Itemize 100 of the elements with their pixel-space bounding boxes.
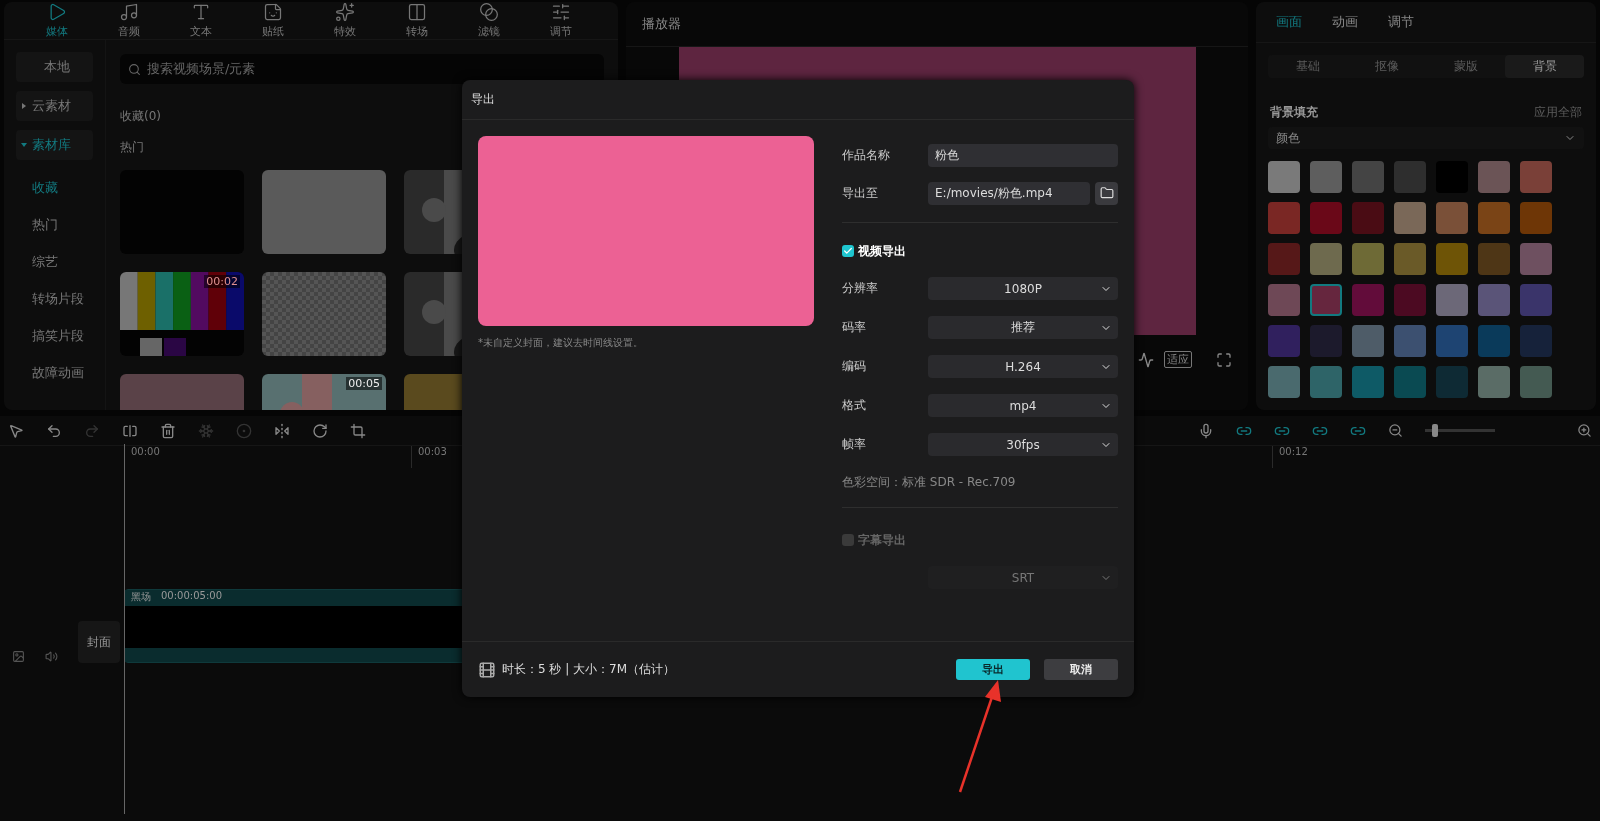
color-swatch[interactable] xyxy=(1394,243,1426,275)
sidebar-item[interactable]: 收藏 xyxy=(16,169,93,206)
color-swatch[interactable] xyxy=(1352,243,1384,275)
color-swatch[interactable] xyxy=(1478,366,1510,398)
split-icon[interactable] xyxy=(122,422,138,439)
ratio-button[interactable]: 适应 xyxy=(1164,351,1192,368)
fullscreen-icon[interactable] xyxy=(1216,351,1232,368)
zoom-in-icon[interactable] xyxy=(1577,423,1592,438)
setting-select[interactable]: 1080P xyxy=(928,277,1118,300)
image-icon[interactable] xyxy=(12,650,25,663)
sidebar-item[interactable]: 搞笑片段 xyxy=(16,317,93,354)
name-field[interactable]: 粉色 xyxy=(928,143,1118,167)
color-swatch[interactable] xyxy=(1478,202,1510,234)
color-swatch[interactable] xyxy=(1478,325,1510,357)
color-swatch[interactable] xyxy=(1436,202,1468,234)
rotate-icon[interactable] xyxy=(312,422,328,439)
media-tab[interactable]: 音频 xyxy=(102,2,156,39)
property-tab[interactable]: 调节 xyxy=(1388,12,1414,31)
media-tab[interactable]: 文本 xyxy=(174,2,228,39)
segment-tab[interactable]: 抠像 xyxy=(1347,54,1426,79)
sidebar-item[interactable]: 故障动画 xyxy=(16,354,93,391)
color-swatch[interactable] xyxy=(1478,161,1510,193)
color-swatch[interactable] xyxy=(1310,325,1342,357)
color-swatch[interactable] xyxy=(1436,284,1468,316)
color-swatch[interactable] xyxy=(1310,366,1342,398)
media-tab[interactable]: 贴纸 xyxy=(246,2,300,39)
color-swatch[interactable] xyxy=(1478,243,1510,275)
color-swatch[interactable] xyxy=(1268,161,1300,193)
setting-select[interactable]: 推荐 xyxy=(928,316,1118,339)
cover-button[interactable]: 封面 xyxy=(78,621,120,663)
color-swatch[interactable] xyxy=(1352,202,1384,234)
color-swatch[interactable] xyxy=(1352,284,1384,316)
color-swatch[interactable] xyxy=(1352,366,1384,398)
color-swatch[interactable] xyxy=(1310,161,1342,193)
zoom-out-icon[interactable] xyxy=(1388,423,1403,438)
color-swatch[interactable] xyxy=(1268,325,1300,357)
color-swatch[interactable] xyxy=(1478,284,1510,316)
pointer-icon[interactable] xyxy=(8,422,24,439)
color-swatch[interactable] xyxy=(1520,284,1552,316)
sidebar-item[interactable]: 云素材 xyxy=(16,91,93,121)
transparent-clip-thumbnail[interactable] xyxy=(262,272,386,356)
checkbox[interactable] xyxy=(842,245,854,257)
setting-select[interactable]: 30fps xyxy=(928,433,1118,456)
color-swatch[interactable] xyxy=(1394,325,1426,357)
color-swatch[interactable] xyxy=(1352,161,1384,193)
color-swatch[interactable] xyxy=(1436,243,1468,275)
waveform-icon[interactable] xyxy=(1138,351,1154,368)
color-swatch[interactable] xyxy=(1520,202,1552,234)
color-swatch[interactable] xyxy=(1310,243,1342,275)
setting-select[interactable]: mp4 xyxy=(928,394,1118,417)
segment-tab[interactable]: 蒙版 xyxy=(1426,54,1505,79)
media-tab[interactable]: 滤镜 xyxy=(462,2,516,39)
crop-icon[interactable] xyxy=(350,422,366,439)
color-swatch[interactable] xyxy=(1436,366,1468,398)
color-swatch[interactable] xyxy=(1352,325,1384,357)
media-tab[interactable]: 转场 xyxy=(390,2,444,39)
sidebar-item[interactable]: 本地 xyxy=(16,52,93,82)
sidebar-item[interactable]: 素材库 xyxy=(16,130,93,160)
checkbox-label: 字幕导出 xyxy=(858,531,906,549)
time-label: 00:03 xyxy=(418,446,447,457)
color-swatch[interactable] xyxy=(1394,366,1426,398)
microphone-icon[interactable] xyxy=(1198,422,1214,439)
delete-icon[interactable] xyxy=(160,422,176,439)
clip-thumbnail[interactable] xyxy=(262,170,386,254)
property-tab[interactable]: 画面 xyxy=(1276,12,1302,31)
color-swatch[interactable] xyxy=(1310,202,1342,234)
color-swatch[interactable] xyxy=(1436,325,1468,357)
setting-select[interactable]: H.264 xyxy=(928,355,1118,378)
cancel-button[interactable]: 取消 xyxy=(1044,659,1118,680)
search-field[interactable]: 搜索视频场景/元素 xyxy=(120,54,604,84)
media-tab[interactable]: 特效 xyxy=(318,2,372,39)
color-swatch[interactable] xyxy=(1520,243,1552,275)
color-swatch[interactable] xyxy=(1268,284,1300,316)
media-tab[interactable]: 媒体 xyxy=(30,2,84,39)
path-field[interactable]: E:/movies/粉色.mp4 xyxy=(928,181,1090,205)
sidebar-item[interactable]: 转场片段 xyxy=(16,280,93,317)
segment-tab[interactable]: 背景 xyxy=(1505,54,1584,79)
mirror-icon[interactable] xyxy=(274,422,290,439)
color-swatch[interactable] xyxy=(1268,202,1300,234)
folder-button[interactable] xyxy=(1095,181,1118,205)
color-swatch[interactable] xyxy=(1268,366,1300,398)
sidebar-item[interactable]: 综艺 xyxy=(16,243,93,280)
slider-thumb[interactable] xyxy=(1432,424,1438,437)
undo-icon[interactable] xyxy=(46,422,62,439)
color-swatch[interactable] xyxy=(1394,161,1426,193)
speaker-icon[interactable] xyxy=(45,650,58,663)
color-swatch[interactable] xyxy=(1394,284,1426,316)
color-swatch[interactable] xyxy=(1520,161,1552,193)
color-swatch[interactable] xyxy=(1394,202,1426,234)
export-button[interactable]: 导出 xyxy=(956,659,1030,680)
color-swatch[interactable] xyxy=(1520,325,1552,357)
segment-tab[interactable]: 基础 xyxy=(1268,54,1347,79)
color-swatch[interactable] xyxy=(1520,366,1552,398)
apply-all-link[interactable]: 应用全部 xyxy=(1534,104,1582,122)
color-swatch[interactable] xyxy=(1268,243,1300,275)
sidebar-item[interactable]: 热门 xyxy=(16,206,93,243)
color-swatch[interactable] xyxy=(1310,284,1342,316)
property-tab[interactable]: 动画 xyxy=(1332,12,1358,31)
fill-type-select[interactable]: 颜色 xyxy=(1268,127,1584,149)
media-tab[interactable]: 调节 xyxy=(534,2,588,39)
